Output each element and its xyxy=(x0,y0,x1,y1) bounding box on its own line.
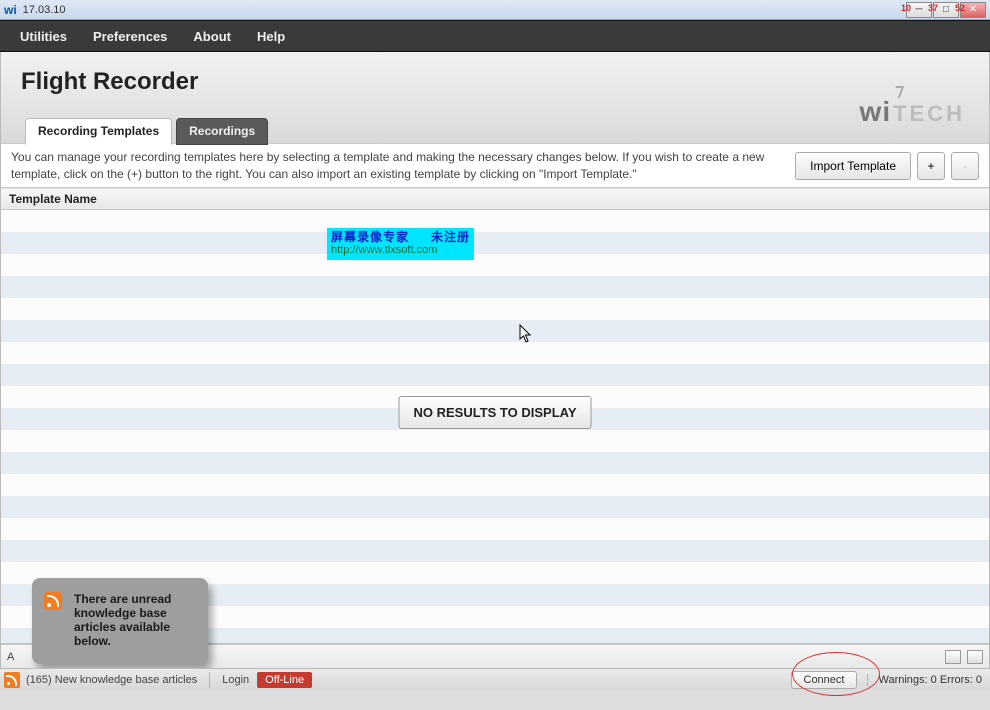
remove-template-button[interactable]: - xyxy=(951,152,979,180)
connect-button[interactable]: Connect xyxy=(791,671,858,689)
warnings-errors-pane[interactable]: Warnings: 0 Errors: 0 xyxy=(867,674,982,686)
no-results-message: NO RESULTS TO DISPLAY xyxy=(398,396,591,429)
footer-marker: A xyxy=(7,651,14,663)
column-template-name: Template Name xyxy=(9,192,97,206)
app-icon: wi xyxy=(4,3,17,17)
export-icon[interactable] xyxy=(967,650,983,664)
menu-preferences[interactable]: Preferences xyxy=(93,29,167,44)
rss-icon[interactable] xyxy=(4,672,20,688)
tab-toolbar: You can manage your recording templates … xyxy=(1,144,989,188)
close-button[interactable]: ✕52 xyxy=(960,2,986,18)
window-titlebar: wi 17.03.10 ─10 □37 ✕52 xyxy=(0,0,990,20)
kb-articles-link[interactable]: (165) New knowledge base articles xyxy=(26,674,197,686)
window-controls: ─10 □37 ✕52 xyxy=(906,2,986,18)
brand-logo: wiTECH xyxy=(860,96,965,128)
tab-recordings[interactable]: Recordings xyxy=(176,118,268,145)
menu-utilities[interactable]: Utilities xyxy=(20,29,67,44)
app-version: 17.03.10 xyxy=(23,4,66,16)
workspace: Flight Recorder wiTECH Recording Templat… xyxy=(0,52,990,668)
login-link[interactable]: Login xyxy=(222,674,249,686)
menu-help[interactable]: Help xyxy=(257,29,285,44)
statusbar: (165) New knowledge base articles Login … xyxy=(0,668,990,690)
print-icon[interactable] xyxy=(945,650,961,664)
menubar: Utilities Preferences About Help xyxy=(0,20,990,52)
tabstrip: Recording Templates Recordings xyxy=(21,118,969,144)
page-header: Flight Recorder wiTECH Recording Templat… xyxy=(1,52,989,144)
add-template-button[interactable]: + xyxy=(917,152,945,180)
separator xyxy=(209,672,210,688)
import-template-button[interactable]: Import Template xyxy=(795,152,911,180)
cursor-icon xyxy=(519,324,533,349)
screen-recorder-watermark: 屏幕录像专家未注册 http://www.tlxsoft.com xyxy=(327,228,474,260)
kb-unread-popup[interactable]: There are unread knowledge base articles… xyxy=(32,578,208,664)
menu-about[interactable]: About xyxy=(193,29,231,44)
minimize-button[interactable]: ─10 xyxy=(906,2,932,18)
toolbar-description: You can manage your recording templates … xyxy=(11,149,771,181)
offline-badge: Off-Line xyxy=(257,672,312,688)
rss-icon xyxy=(44,592,62,610)
page-title: Flight Recorder xyxy=(21,68,969,96)
popup-text: There are unread knowledge base articles… xyxy=(74,592,171,648)
maximize-button[interactable]: □37 xyxy=(933,2,959,18)
tab-recording-templates[interactable]: Recording Templates xyxy=(25,118,172,145)
grid-column-header[interactable]: Template Name xyxy=(1,188,989,210)
